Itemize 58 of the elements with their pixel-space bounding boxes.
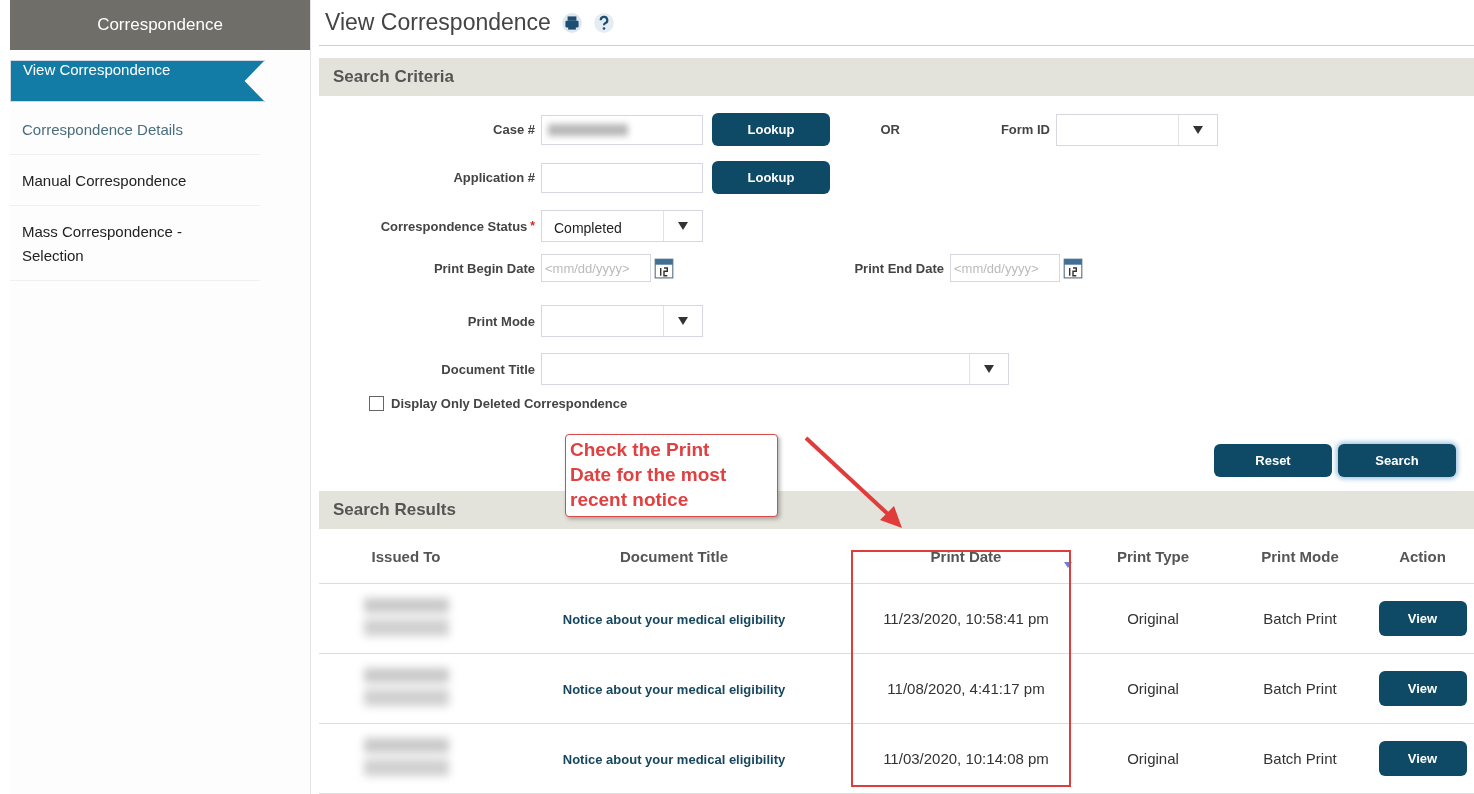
field-label: Application #	[452, 170, 535, 185]
column-header[interactable]: Document Title	[493, 529, 855, 584]
field-label: Correspondence Status *	[379, 218, 535, 234]
page-title: View Correspondence	[325, 9, 551, 36]
sidebar-item[interactable]: View Correspondence	[10, 60, 265, 102]
document-link[interactable]: Notice about your medical eligibility	[562, 752, 786, 767]
table-cell: Original	[1127, 610, 1179, 627]
table-cell: Original	[1127, 750, 1179, 767]
input-field[interactable]	[541, 114, 703, 145]
checkbox-label: Display Only Deleted Correspondence	[391, 396, 628, 411]
view-button[interactable]: View	[1378, 671, 1467, 706]
document-link[interactable]: Notice about your medical eligibility	[562, 682, 786, 697]
field-label: Document Title	[440, 361, 535, 377]
lookup-button[interactable]: Lookup	[712, 161, 830, 194]
table-cell: Batch Print	[1263, 680, 1337, 697]
field-label: Case #	[492, 122, 535, 137]
dropdown-caret-icon[interactable]	[678, 222, 688, 230]
dropdown-caret-icon[interactable]	[678, 317, 688, 325]
search-button[interactable]: Search	[1338, 444, 1456, 477]
field-label: Print Begin Date	[432, 260, 535, 276]
column-header[interactable]: Issued To	[319, 529, 493, 584]
calendar-icon[interactable]	[654, 257, 674, 279]
table-cell: 11/03/2020, 10:14:08 pm	[883, 750, 1049, 767]
checkbox[interactable]	[369, 396, 384, 411]
table-cell: 11/08/2020, 4:41:17 pm	[887, 680, 1045, 697]
table-cell: Original	[1127, 680, 1179, 697]
table-cell: Batch Print	[1263, 750, 1337, 767]
sidebar-item[interactable]: Manual Correspondence	[10, 155, 260, 206]
status-dropdown[interactable]: Completed	[541, 210, 703, 242]
section-header: Search Criteria	[319, 58, 1474, 96]
dropdown-caret-icon[interactable]	[984, 365, 994, 373]
reset-button[interactable]: Reset	[1214, 444, 1332, 477]
or-text: OR	[879, 122, 900, 137]
table-cell: Batch Print	[1263, 610, 1337, 627]
table-cell: 11/23/2020, 10:58:41 pm	[883, 610, 1049, 627]
annotation-callout: Check the Print Date for the most recent notice	[565, 434, 778, 517]
date-field[interactable]: <mm/dd/yyyy>	[541, 254, 651, 282]
sidebar-item[interactable]: Mass Correspondence - Selection	[10, 206, 260, 281]
view-button[interactable]: View	[1378, 741, 1467, 776]
column-header[interactable]: Print Mode	[1229, 529, 1371, 584]
column-header[interactable]: Print Type	[1077, 529, 1229, 584]
dropdown-caret-icon[interactable]	[1193, 125, 1203, 134]
sidebar-item[interactable]: Correspondence Details	[10, 104, 260, 155]
sidebar-header: Correspondence	[10, 0, 310, 50]
help-icon[interactable]	[592, 11, 615, 34]
column-header[interactable]: Print Date	[855, 529, 1077, 584]
calendar-icon[interactable]	[1063, 257, 1083, 279]
document-link[interactable]: Notice about your medical eligibility	[562, 612, 786, 627]
sort-icon[interactable]	[1063, 561, 1073, 569]
date-field[interactable]: <mm/dd/yyyy>	[950, 254, 1060, 282]
column-header[interactable]: Action	[1371, 529, 1474, 584]
lookup-button[interactable]: Lookup	[712, 113, 830, 146]
field-label: Print End Date	[853, 260, 944, 276]
field-label: Print Mode	[466, 313, 535, 329]
input-field[interactable]	[541, 162, 703, 193]
print-icon[interactable]	[560, 11, 583, 34]
field-label: Form ID	[999, 122, 1050, 137]
view-button[interactable]: View	[1378, 601, 1467, 636]
